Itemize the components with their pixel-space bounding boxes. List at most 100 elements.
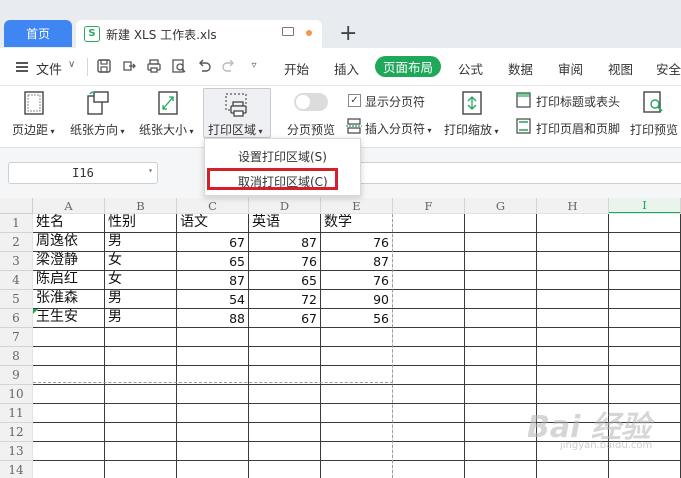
menu-view[interactable]: 视图 [608, 59, 633, 78]
cell-b1[interactable]: 性别 [105, 214, 176, 232]
row-header-4[interactable]: 4 [0, 271, 33, 290]
row-header-1[interactable]: 1 [0, 214, 33, 233]
cell-d6[interactable]: 67 [249, 309, 320, 327]
row-header-3[interactable]: 3 [0, 252, 33, 271]
row-header-6[interactable]: 6 [0, 309, 33, 328]
margins-button[interactable]: 页边距 ▾ [8, 86, 60, 142]
column-header-g[interactable]: G [465, 198, 537, 214]
column-header-d[interactable]: D [249, 198, 321, 214]
hamburger-icon[interactable] [16, 62, 28, 72]
row-header-11[interactable]: 11 [0, 404, 33, 423]
cell-c1[interactable]: 语文 [177, 214, 248, 232]
paper-size-label: 纸张大小 ▾ [139, 123, 194, 137]
row-header-10[interactable]: 10 [0, 385, 33, 404]
tab-home[interactable]: 首页 [4, 20, 72, 47]
print-area-dropdown: 设置打印区域(S) 取消打印区域(C) [204, 138, 361, 196]
cell-border [33, 384, 681, 385]
export-icon[interactable] [121, 58, 137, 74]
cell-b5[interactable]: 男 [105, 290, 176, 308]
cell-d5[interactable]: 72 [249, 290, 320, 308]
paper-size-button[interactable]: 纸张大小 ▾ [138, 86, 200, 142]
new-tab-button[interactable]: + [339, 21, 357, 47]
cell-c6[interactable]: 88 [177, 309, 248, 327]
file-menu[interactable]: 文件 [36, 59, 62, 78]
chevron-down-icon[interactable]: ∨ [68, 59, 75, 70]
print-scaling-button[interactable]: 打印缩放 ▾ [440, 86, 500, 142]
menu-formula[interactable]: 公式 [458, 59, 483, 78]
column-header-b[interactable]: B [105, 198, 177, 214]
cell-e2[interactable]: 76 [321, 233, 392, 251]
customize-toolbar-icon[interactable]: ▿ [246, 58, 262, 74]
cell-e4[interactable]: 76 [321, 271, 392, 289]
redo-icon[interactable] [221, 58, 237, 74]
menu-data[interactable]: 数据 [508, 59, 533, 78]
cell-a1[interactable]: 姓名 [33, 214, 104, 232]
row-header-2[interactable]: 2 [0, 233, 33, 252]
cell-e5[interactable]: 90 [321, 290, 392, 308]
cell-a2[interactable]: 周逸依 [33, 233, 104, 251]
row-header-5[interactable]: 5 [0, 290, 33, 309]
row-header-8[interactable]: 8 [0, 347, 33, 366]
unsaved-dot-icon[interactable] [306, 30, 312, 36]
row-header-13[interactable]: 13 [0, 442, 33, 461]
cell-c4[interactable]: 87 [177, 271, 248, 289]
cell-b6[interactable]: 男 [105, 309, 176, 327]
row-header-9[interactable]: 9 [0, 366, 33, 385]
menu-review[interactable]: 审阅 [558, 59, 583, 78]
print-icon[interactable] [146, 58, 162, 74]
cell-a6[interactable]: 王生安 [33, 309, 104, 327]
tab-document[interactable]: S 新建 XLS 工作表.xls [76, 20, 322, 48]
cell-d2[interactable]: 87 [249, 233, 320, 251]
insert-page-break-button[interactable]: 插入分页符 ▾ [365, 120, 432, 137]
print-area-button[interactable]: 打印区域 ▾ [203, 88, 271, 138]
set-print-area-item[interactable]: 设置打印区域(S) [205, 144, 360, 168]
cell-e1[interactable]: 数学 [321, 214, 392, 232]
show-page-breaks-checkbox[interactable]: ✓ [348, 94, 361, 107]
cell-border [33, 346, 681, 347]
menu-security[interactable]: 安全 [656, 59, 681, 78]
cell-e3[interactable]: 87 [321, 252, 392, 270]
cell-b2[interactable]: 男 [105, 233, 176, 251]
print-header-footer-button[interactable]: 打印页眉和页脚 [536, 120, 620, 137]
chevron-down-icon[interactable]: ▾ [148, 166, 153, 175]
divider [87, 58, 88, 76]
cell-d4[interactable]: 65 [249, 271, 320, 289]
cell-e6[interactable]: 56 [321, 309, 392, 327]
column-header-e[interactable]: E [321, 198, 393, 214]
paper-size-icon [158, 91, 178, 118]
column-header-f[interactable]: F [393, 198, 465, 214]
menu-page-layout[interactable]: 页面布局 [375, 56, 441, 77]
column-header-a[interactable]: A [33, 198, 105, 214]
row-header-7[interactable]: 7 [0, 328, 33, 347]
cell-a3[interactable]: 梁澄静 [33, 252, 104, 270]
cell-a5[interactable]: 张淮森 [33, 290, 104, 308]
monitor-icon[interactable] [282, 27, 294, 36]
select-all-corner[interactable] [0, 198, 33, 214]
cell-b4[interactable]: 女 [105, 271, 176, 289]
page-break-preview-label[interactable]: 分页预览 [287, 121, 335, 138]
formula-input[interactable] [332, 162, 681, 184]
page-break-preview-toggle[interactable] [294, 93, 328, 111]
name-box[interactable]: I16 ▾ [8, 162, 158, 184]
show-page-breaks-label[interactable]: 显示分页符 [365, 93, 425, 110]
column-header-c[interactable]: C [177, 198, 249, 214]
row-header-12[interactable]: 12 [0, 423, 33, 442]
save-icon[interactable] [96, 58, 112, 74]
print-preview-icon[interactable] [171, 58, 187, 74]
cell-c5[interactable]: 54 [177, 290, 248, 308]
cell-b3[interactable]: 女 [105, 252, 176, 270]
menu-insert[interactable]: 插入 [334, 59, 359, 78]
cell-d1[interactable]: 英语 [249, 214, 320, 232]
orientation-button[interactable]: 纸张方向 ▾ [68, 86, 130, 142]
cell-a4[interactable]: 陈启红 [33, 271, 104, 289]
column-header-i[interactable]: I [609, 198, 681, 214]
column-header-h[interactable]: H [537, 198, 609, 214]
undo-icon[interactable] [196, 58, 212, 74]
cell-d3[interactable]: 76 [249, 252, 320, 270]
row-header-14[interactable]: 14 [0, 461, 33, 478]
print-preview-button[interactable]: 打印预览 [627, 86, 681, 142]
cell-c2[interactable]: 67 [177, 233, 248, 251]
menu-start[interactable]: 开始 [284, 59, 309, 78]
print-titles-button[interactable]: 打印标题或表头 [536, 93, 620, 110]
cell-c3[interactable]: 65 [177, 252, 248, 270]
